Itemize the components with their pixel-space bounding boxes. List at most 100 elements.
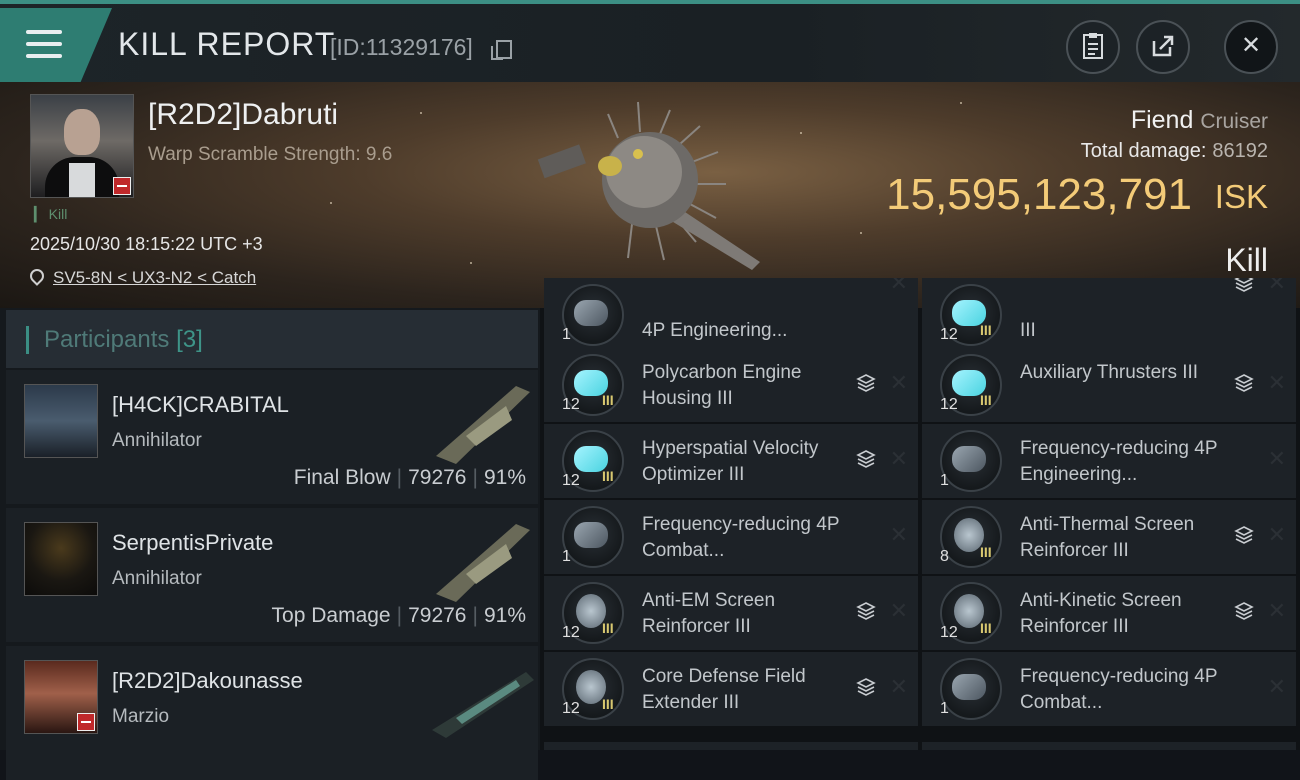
module-quantity: 12 bbox=[940, 624, 958, 641]
module-name: Hyperspatial Velocity Optimizer III bbox=[642, 438, 819, 485]
module-tile[interactable]: 12 III Anti-EM Screen Reinforcer III ✕ bbox=[544, 576, 918, 650]
share-button[interactable] bbox=[1136, 20, 1190, 74]
module-tile[interactable]: 1 Frequency-reducing 4P Combat... ✕ bbox=[922, 652, 1296, 726]
participants-title: Participants [3] bbox=[44, 326, 203, 354]
participant-damage: 79276 bbox=[408, 466, 467, 489]
participant-damage: 79276 bbox=[408, 604, 467, 627]
isk-value: 15,595,123,791 bbox=[886, 170, 1192, 219]
stack-layers-icon[interactable] bbox=[1234, 373, 1254, 393]
close-x-icon: ✕ bbox=[1240, 32, 1262, 59]
header-accent-bar bbox=[26, 326, 29, 354]
participant-percent: 91% bbox=[483, 466, 526, 489]
module-tile[interactable]: 12 III III ✕ bbox=[922, 278, 1296, 352]
destroyed-x-icon: ✕ bbox=[1267, 370, 1286, 395]
module-quantity: 12 bbox=[940, 326, 958, 343]
module-tile[interactable]: 12 III Anti-Kinetic Screen Reinforcer III ✕ bbox=[922, 576, 1296, 650]
module-quantity: 12 bbox=[562, 396, 580, 413]
module-icon bbox=[562, 506, 624, 568]
participant-ship-image bbox=[432, 672, 534, 738]
module-tile[interactable]: 8 III Anti-Thermal Screen Reinforcer III ✕ bbox=[922, 500, 1296, 574]
participant-row[interactable]: [R2D2]Dakounasse Marzio bbox=[6, 646, 538, 780]
victim-avatar[interactable] bbox=[30, 94, 134, 198]
module-tile[interactable]: 1 Frequency-reducing 4P Combat... ✕ bbox=[544, 500, 918, 574]
fitted-modules-grid: 1 4P Engineering... ✕ 12 III Polycarbon Engin… bbox=[540, 278, 1300, 750]
hostile-badge-icon bbox=[77, 713, 95, 731]
stack-layers-icon[interactable] bbox=[856, 373, 876, 393]
module-tile[interactable] bbox=[922, 742, 1296, 750]
ship-name-text: Fiend bbox=[1130, 106, 1194, 134]
destroyed-x-icon: ✕ bbox=[1267, 446, 1286, 471]
participants-label: Participants bbox=[44, 326, 170, 353]
participant-name: [H4CK]CRABITAL bbox=[112, 392, 289, 417]
participants-header[interactable]: Participants [3] bbox=[6, 310, 538, 368]
close-button[interactable]: ✕ bbox=[1224, 20, 1278, 74]
copy-icon[interactable] bbox=[491, 40, 512, 60]
destroyed-x-icon: ✕ bbox=[1267, 598, 1286, 623]
hamburger-icon-line bbox=[26, 42, 62, 46]
participant-ship-image bbox=[436, 386, 530, 464]
module-name: 4P Engineering... bbox=[642, 320, 788, 341]
module-icon bbox=[562, 284, 624, 346]
victim-name[interactable]: [R2D2]Dabruti bbox=[148, 98, 338, 132]
module-tier-badge: III bbox=[602, 392, 614, 408]
total-damage-value: 86192 bbox=[1212, 140, 1268, 162]
module-tile[interactable]: 12 III Auxiliary Thrusters III ✕ bbox=[922, 348, 1296, 422]
stack-layers-icon[interactable] bbox=[856, 677, 876, 697]
destroyed-x-icon: ✕ bbox=[889, 446, 908, 471]
module-tile[interactable]: 1 4P Engineering... ✕ bbox=[544, 278, 918, 352]
module-tier-badge: III bbox=[602, 696, 614, 712]
module-icon bbox=[940, 430, 1002, 492]
module-quantity: 1 bbox=[940, 472, 949, 489]
total-damage-label: Total damage: bbox=[1080, 140, 1207, 162]
location-link[interactable]: SV5-8N < UX3-N2 < Catch bbox=[53, 268, 256, 288]
module-tile[interactable]: 1 Frequency-reducing 4P Engineering... ✕ bbox=[922, 424, 1296, 498]
location-pin-icon bbox=[27, 266, 47, 286]
participants-count: [3] bbox=[176, 326, 203, 353]
participant-ship: Annihilator bbox=[112, 568, 202, 589]
module-tier-badge: III bbox=[980, 392, 992, 408]
victim-panel: [R2D2]Dabruti Warp Scramble Strength: 9.… bbox=[0, 82, 1300, 308]
stack-layers-icon[interactable] bbox=[1234, 601, 1254, 621]
module-name: Core Defense Field Extender III bbox=[642, 666, 806, 713]
module-tier-badge: III bbox=[980, 544, 992, 560]
avatar bbox=[24, 384, 98, 458]
module-quantity: 12 bbox=[562, 700, 580, 717]
participant-row[interactable]: [H4CK]CRABITAL Annihilator Final Blow | 79… bbox=[6, 370, 538, 504]
module-tile[interactable]: 12 III Core Defense Field Extender III ✕ bbox=[544, 652, 918, 726]
kill-timestamp: 2025/10/30 18:15:22 UTC +3 bbox=[30, 234, 263, 254]
clipboard-button[interactable] bbox=[1066, 20, 1120, 74]
participant-stats: Final Blow | 79276 | 91% bbox=[293, 466, 526, 489]
participant-ship: Marzio bbox=[112, 706, 170, 727]
module-name: Anti-Thermal Screen Reinforcer III bbox=[1020, 514, 1195, 561]
module-tile[interactable]: 12 III Polycarbon Engine Housing III ✕ bbox=[544, 348, 918, 422]
hamburger-icon bbox=[26, 30, 62, 34]
victim-ship-image bbox=[537, 101, 760, 270]
avatar bbox=[24, 522, 98, 596]
menu-button[interactable] bbox=[0, 8, 112, 82]
participant-name: SerpentisPrivate bbox=[112, 530, 274, 555]
share-icon bbox=[1152, 35, 1174, 57]
module-tile[interactable] bbox=[544, 742, 918, 750]
participant-name: [R2D2]Dakounasse bbox=[112, 668, 303, 693]
module-glow bbox=[574, 300, 608, 326]
destroyed-x-icon: ✕ bbox=[889, 278, 908, 295]
total-damage: Total damage: 86192 bbox=[1081, 140, 1268, 163]
stack-layers-icon[interactable] bbox=[1234, 278, 1254, 293]
participant-role: Final Blow bbox=[293, 466, 391, 489]
destroyed-x-icon: ✕ bbox=[1267, 278, 1286, 295]
stack-layers-icon[interactable] bbox=[1234, 525, 1254, 545]
stack-layers-icon[interactable] bbox=[856, 601, 876, 621]
module-glow bbox=[952, 446, 986, 472]
participant-ship: Annihilator bbox=[112, 430, 202, 451]
module-name: Polycarbon Engine Housing III bbox=[642, 362, 802, 409]
destroyed-x-icon: ✕ bbox=[889, 522, 908, 547]
module-name: Frequency-reducing 4P Engineering... bbox=[1020, 438, 1218, 485]
module-quantity: 12 bbox=[940, 396, 958, 413]
module-tier-badge: III bbox=[602, 620, 614, 636]
module-name: Anti-EM Screen Reinforcer III bbox=[642, 590, 776, 637]
ship-class-text: Cruiser bbox=[1200, 110, 1268, 133]
stack-layers-icon[interactable] bbox=[856, 449, 876, 469]
module-name: Frequency-reducing 4P Combat... bbox=[1020, 666, 1218, 713]
module-tile[interactable]: 12 III Hyperspatial Velocity Optimizer III… bbox=[544, 424, 918, 498]
participant-row[interactable]: SerpentisPrivate Annihilator Top Damage |… bbox=[6, 508, 538, 642]
